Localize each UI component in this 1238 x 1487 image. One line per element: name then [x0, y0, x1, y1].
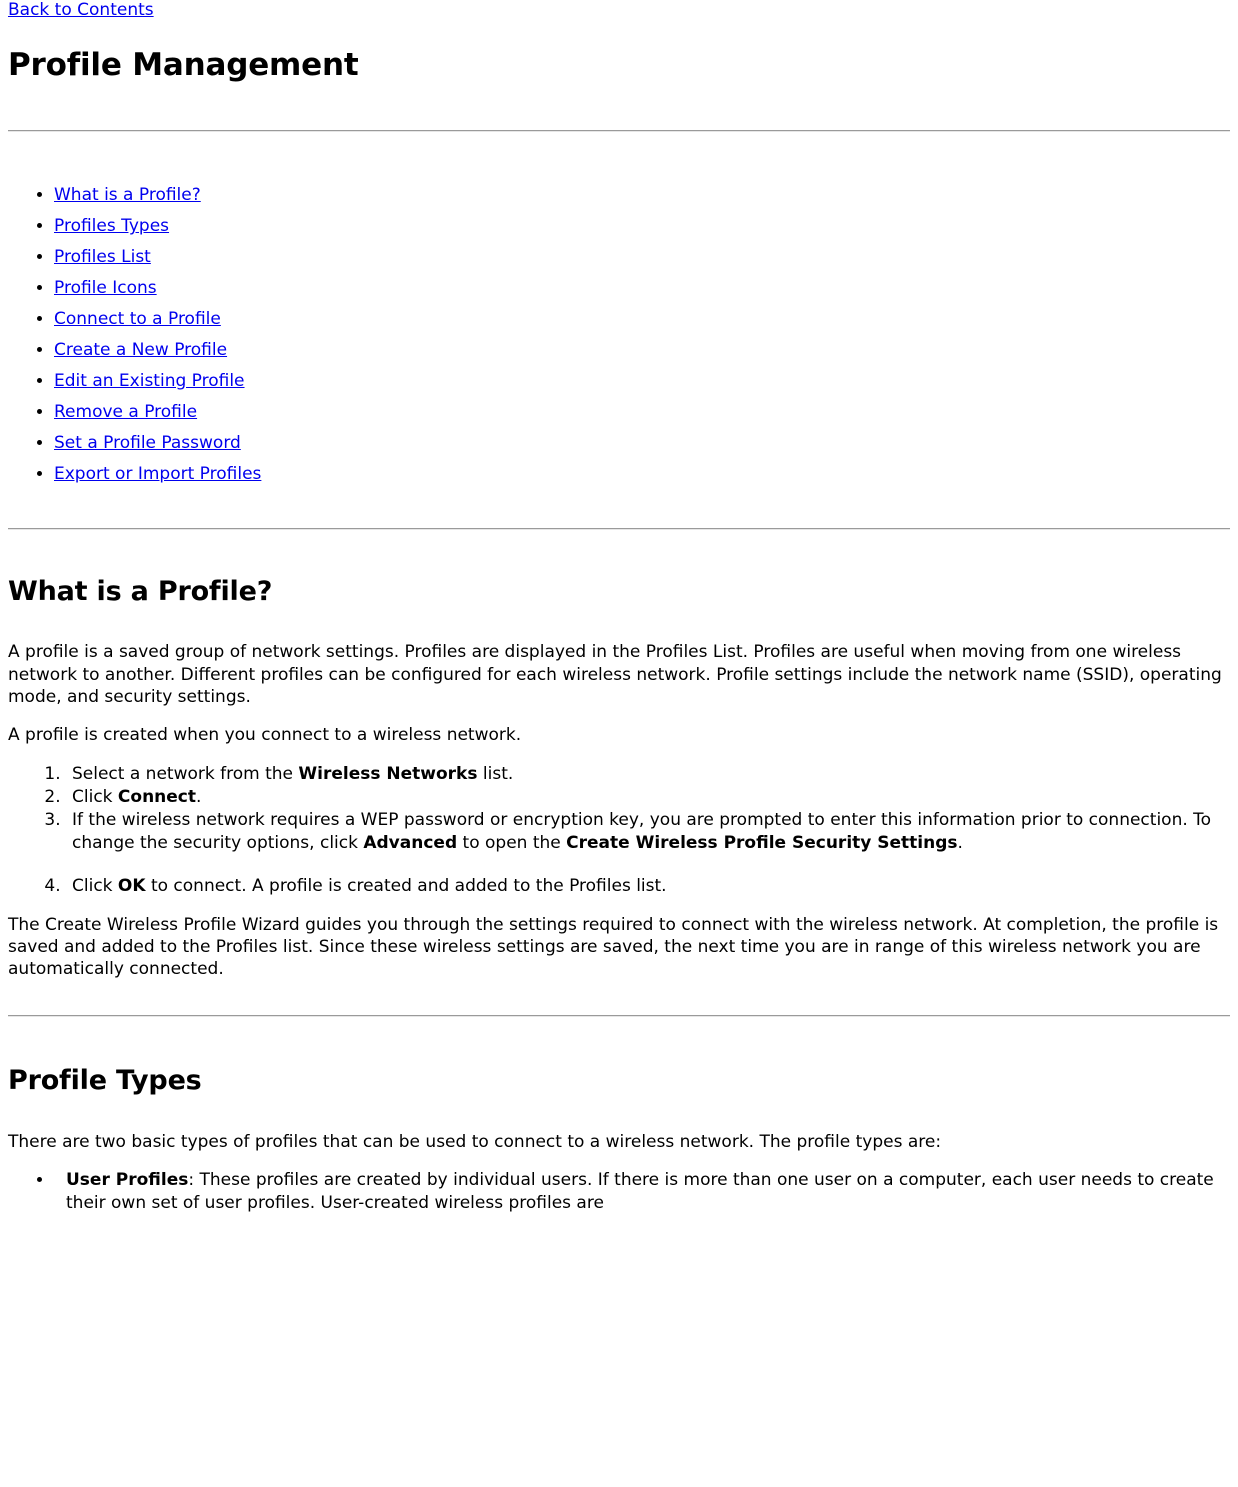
step-4-bold-ok: OK — [117, 875, 146, 896]
toc-link-edit-an-existing-profile[interactable]: Edit an Existing Profile — [54, 371, 245, 391]
toc-link-profiles-list[interactable]: Profiles List — [54, 247, 151, 267]
toc-link-what-is-a-profile[interactable]: What is a Profile? — [54, 185, 201, 205]
toc-link-create-a-new-profile[interactable]: Create a New Profile — [54, 340, 227, 360]
paragraph-profile-types-intro: There are two basic types of profiles th… — [8, 1131, 942, 1152]
list-item: Profiles Types — [54, 211, 1230, 242]
paragraph-profile-definition: A profile is a saved group of network se… — [8, 642, 1222, 708]
list-item-step-4: Click OK to connect. A profile is create… — [66, 875, 1230, 898]
list-item: Create a New Profile — [54, 335, 1230, 366]
step-1-text-pre: Select a network from the — [72, 763, 299, 784]
list-item-user-profiles: User Profiles: These profiles are create… — [54, 1169, 1230, 1215]
step-3-text-post: . — [957, 832, 963, 853]
step-4-text-post: to connect. A profile is created and add… — [145, 875, 667, 896]
page-title: Profile Management — [8, 47, 359, 84]
table-of-contents-list: What is a Profile? Profiles Types Profil… — [8, 180, 1230, 489]
list-item: Remove a Profile — [54, 397, 1230, 428]
step-1-bold-wireless-networks: Wireless Networks — [298, 763, 478, 784]
section-heading-profile-types: Profile Types — [8, 1064, 202, 1096]
profile-types-list: User Profiles: These profiles are create… — [8, 1169, 1230, 1215]
section-heading-what-is-a-profile: What is a Profile? — [8, 575, 273, 607]
step-4-text-pre: Click — [72, 875, 118, 896]
profile-creation-steps-list: Select a network from the Wireless Netwo… — [8, 763, 1230, 898]
toc-link-remove-a-profile[interactable]: Remove a Profile — [54, 402, 197, 422]
list-item: Profile Icons — [54, 273, 1230, 304]
toc-link-profiles-types[interactable]: Profiles Types — [54, 216, 169, 236]
list-item-step-2: Click Connect. — [66, 786, 1230, 809]
paragraph-profile-created: A profile is created when you connect to… — [8, 725, 522, 746]
toc-link-profile-icons[interactable]: Profile Icons — [54, 278, 157, 298]
list-item-step-3: If the wireless network requires a WEP p… — [66, 809, 1230, 855]
list-item: Set a Profile Password — [54, 428, 1230, 459]
step-2-bold-connect: Connect — [117, 786, 197, 807]
toc-link-export-or-import-profiles[interactable]: Export or Import Profiles — [54, 464, 261, 484]
list-item: Profiles List — [54, 242, 1230, 273]
toc-link-set-a-profile-password[interactable]: Set a Profile Password — [54, 433, 241, 453]
step-2-text-pre: Click — [72, 786, 118, 807]
list-item: What is a Profile? — [54, 180, 1230, 211]
list-item: Edit an Existing Profile — [54, 366, 1230, 397]
list-item-step-1: Select a network from the Wireless Netwo… — [66, 763, 1230, 786]
list-item: Export or Import Profiles — [54, 459, 1230, 490]
toc-link-connect-to-a-profile[interactable]: Connect to a Profile — [54, 309, 221, 329]
step-3-text-mid: to open the — [457, 832, 567, 853]
breadcrumb: Back to Contents — [8, 0, 1230, 21]
list-item: Connect to a Profile — [54, 304, 1230, 335]
step-2-text-post: . — [196, 786, 202, 807]
user-profiles-label: User Profiles — [66, 1169, 189, 1190]
user-profiles-description: : These profiles are created by individu… — [66, 1169, 1214, 1213]
paragraph-create-wireless-profile-wizard: The Create Wireless Profile Wizard guide… — [8, 914, 1219, 980]
back-to-contents-link[interactable]: Back to Contents — [8, 0, 154, 20]
step-3-bold-create-wireless-profile-security-settings: Create Wireless Profile Security Setting… — [566, 832, 958, 853]
step-1-text-post: list. — [477, 763, 514, 784]
step-3-bold-advanced: Advanced — [363, 832, 458, 853]
